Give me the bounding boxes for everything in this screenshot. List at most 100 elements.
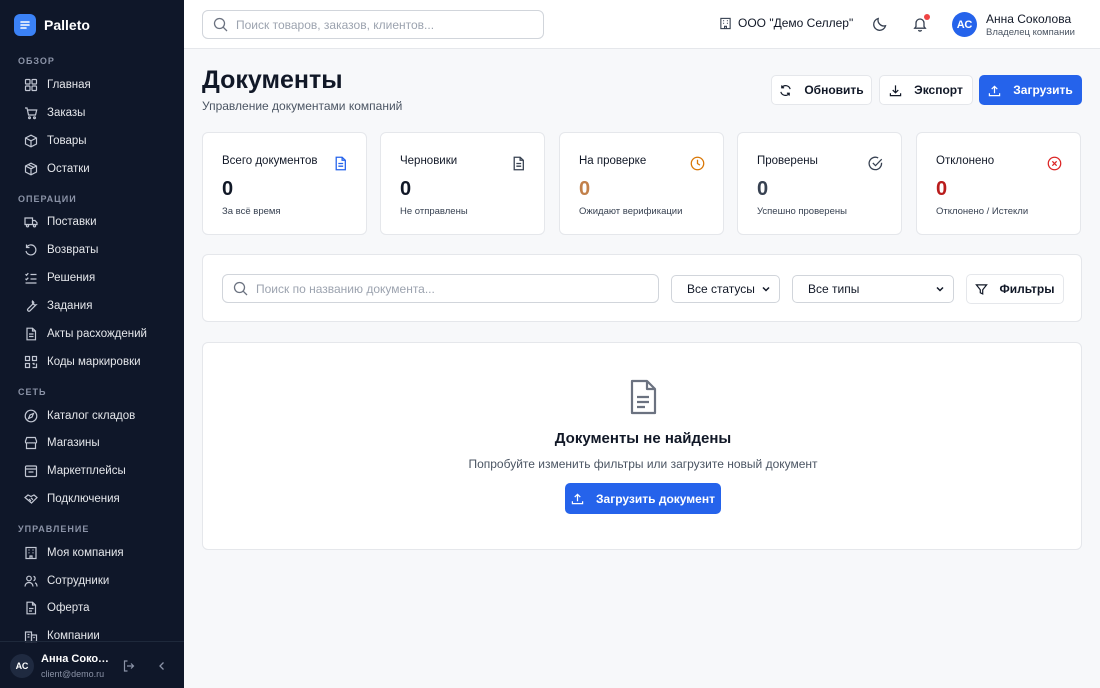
stat-value: 0 (579, 178, 591, 200)
section-title-management: УПРАВЛЕНИЕ (18, 524, 90, 534)
global-search[interactable] (202, 10, 544, 39)
logout-icon[interactable] (122, 659, 136, 673)
sidebar-item-label: Маркетплейсы (47, 465, 126, 477)
company-switcher[interactable]: ООО "Демо Селлер" (719, 16, 853, 30)
sidebar-item-label: Оферта (47, 602, 90, 614)
sidebar-item-stores[interactable]: Магазины (14, 431, 174, 455)
document-icon (24, 327, 38, 341)
qr-icon (24, 355, 38, 369)
chevron-left-icon[interactable] (156, 659, 168, 673)
sidebar-item-decisions[interactable]: Решения (14, 266, 174, 290)
stat-note: Не отправлены (400, 206, 468, 217)
filter-panel: Все статусы Все типы Фильтры (202, 254, 1082, 322)
section-title-network: СЕТЬ (18, 387, 47, 397)
truck-icon (24, 215, 38, 229)
upload-label: Загрузить (1013, 83, 1073, 97)
users-icon (24, 574, 38, 588)
document-search-input[interactable] (256, 281, 636, 296)
upload-icon (988, 84, 1001, 97)
document-search[interactable] (222, 274, 659, 303)
search-icon (213, 17, 228, 32)
export-button[interactable]: Экспорт (879, 75, 973, 105)
upload-button[interactable]: Загрузить (979, 75, 1082, 105)
stat-card-verified: Проверены 0 Успешно проверены (737, 132, 902, 235)
sidebar-item-supplies[interactable]: Поставки (14, 210, 174, 234)
empty-state: Документы не найдены Попробуйте изменить… (202, 342, 1082, 550)
sidebar-item-tasks[interactable]: Задания (14, 294, 174, 318)
sidebar-item-label: Задания (47, 300, 93, 312)
upload-icon (571, 492, 584, 505)
stat-card-rejected: Отклонено 0 Отклонено / Истекли (916, 132, 1081, 235)
moon-icon[interactable] (872, 16, 888, 32)
export-label: Экспорт (914, 83, 963, 97)
sidebar-item-label: Моя компания (47, 547, 124, 559)
sidebar-item-orders[interactable]: Заказы (14, 101, 174, 125)
draft-icon (511, 156, 526, 171)
sidebar-item-label: Каталог складов (47, 410, 136, 422)
return-icon (24, 243, 38, 257)
document-icon (333, 156, 348, 171)
topbar: ООО "Демо Селлер" АС Анна Соколова Владе… (184, 0, 1100, 49)
upload-document-label: Загрузить документ (596, 491, 715, 506)
chevron-down-icon (761, 284, 771, 294)
page-subtitle: Управление документами компаний (202, 99, 403, 113)
building-icon (24, 546, 38, 560)
handshake-icon (24, 492, 38, 506)
sidebar-item-connections[interactable]: Подключения (14, 487, 174, 511)
section-title-operations: ОПЕРАЦИИ (18, 194, 77, 204)
avatar[interactable]: АС (10, 654, 34, 678)
user-role: Владелец компании (986, 27, 1075, 38)
sidebar-item-returns[interactable]: Возвраты (14, 238, 174, 262)
sidebar-user: АС Анна Соколова client@demo.ru (0, 641, 184, 688)
sidebar-item-stock[interactable]: Остатки (14, 157, 174, 181)
stat-card-drafts: Черновики 0 Не отправлены (380, 132, 545, 235)
compass-icon (24, 409, 38, 423)
clock-icon (690, 156, 705, 171)
sidebar-item-marketplaces[interactable]: Маркетплейсы (14, 459, 174, 483)
status-select[interactable]: Все статусы (671, 275, 780, 303)
avatar[interactable]: АС (952, 12, 977, 37)
check-circle-icon (868, 156, 883, 171)
sidebar-item-employees[interactable]: Сотрудники (14, 569, 174, 593)
stat-card-total: Всего документов 0 За всё время (202, 132, 367, 235)
filters-button[interactable]: Фильтры (966, 274, 1064, 304)
stat-label: Черновики (400, 155, 458, 167)
chevron-down-icon (935, 284, 945, 294)
sidebar-item-offer[interactable]: Оферта (14, 596, 174, 620)
user-name: Анна Соколова (986, 12, 1072, 26)
sidebar-item-products[interactable]: Товары (14, 129, 174, 153)
sidebar-item-home[interactable]: Главная (14, 73, 174, 97)
sidebar-item-label: Сотрудники (47, 575, 110, 587)
sidebar-item-warehouse-catalog[interactable]: Каталог складов (14, 404, 174, 428)
checklist-icon (24, 271, 38, 285)
sidebar-item-label: Заказы (47, 107, 86, 119)
page-title: Документы (202, 66, 343, 94)
brand-name: Palleto (44, 17, 90, 33)
stat-value: 0 (757, 178, 769, 200)
sidebar-item-label: Главная (47, 79, 91, 91)
sidebar-item-label: Решения (47, 272, 96, 284)
box-icon (24, 134, 38, 148)
sidebar-item-discrepancy-acts[interactable]: Акты расхождений (14, 322, 174, 346)
type-select-value: Все типы (808, 282, 860, 296)
store-icon (24, 436, 38, 450)
building-icon (719, 17, 732, 30)
document-icon (624, 378, 662, 416)
stat-card-review: На проверке 0 Ожидают верификации (559, 132, 724, 235)
refresh-icon (779, 84, 792, 97)
stat-value: 0 (400, 178, 412, 200)
refresh-button[interactable]: Обновить (771, 75, 872, 105)
cart-icon (24, 106, 38, 120)
wrench-icon (24, 299, 38, 313)
upload-document-button[interactable]: Загрузить документ (565, 483, 721, 514)
sidebar-item-marking-codes[interactable]: Коды маркировки (14, 350, 174, 374)
search-input[interactable] (236, 17, 526, 32)
sidebar-item-label: Магазины (47, 437, 100, 449)
download-icon (889, 84, 902, 97)
sidebar-user-email: client@demo.ru (41, 669, 105, 679)
sidebar-item-my-company[interactable]: Моя компания (14, 541, 174, 565)
logo-icon (14, 14, 36, 36)
type-select[interactable]: Все типы (792, 275, 954, 303)
notifications-button[interactable] (912, 14, 930, 32)
brand[interactable]: Palleto (14, 13, 90, 37)
